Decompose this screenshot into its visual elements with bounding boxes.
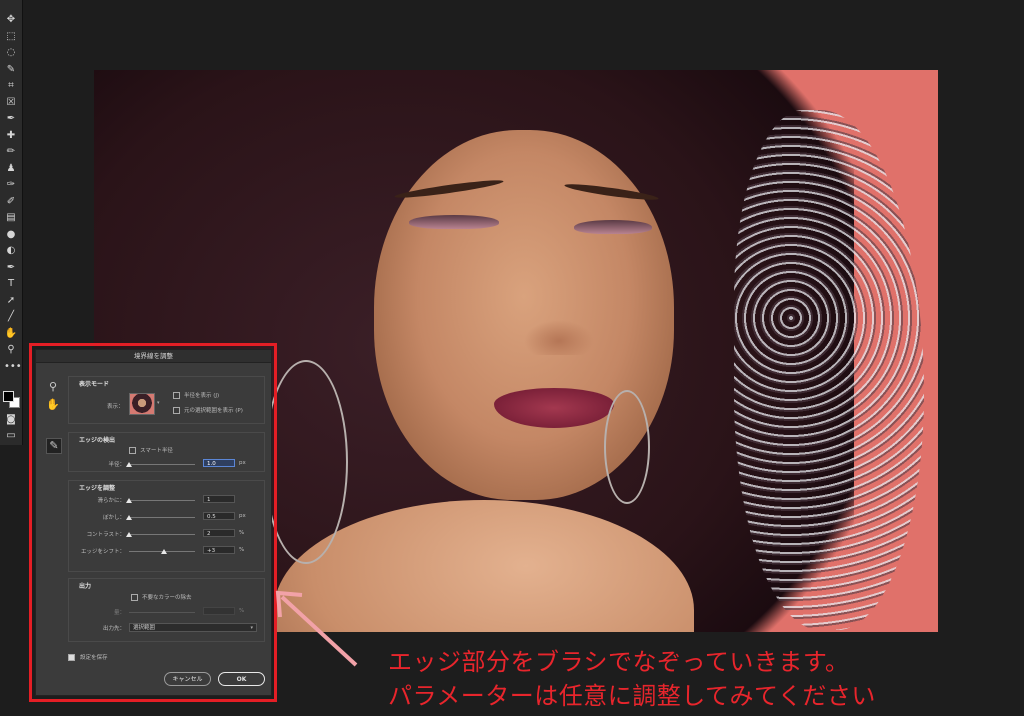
adjust-edge-title: エッジを調整 [79,485,116,492]
adjust-row-value-field[interactable]: 2 [203,529,235,537]
nose [524,320,594,355]
adjust-row-slider-knob[interactable] [126,532,132,537]
output-to-select[interactable]: 選択範囲 ▾ [129,623,257,632]
tools-panel: ✥ ⬚ ◌ ✎ ⌗ ☒ ✒ ✚ ✏ ♟ ✑ ✐ ▤ ● ◐ ✒ T ➚ ╱ ✋ ⚲ ••• ◙ ▭ [0,0,23,445]
adjust-row-label: 滑らかに： [97,498,125,504]
view-mode-thumbnail[interactable] [129,393,155,415]
output-to-value: 選択範囲 [133,625,156,631]
line-tool-icon[interactable]: ╱ [4,311,18,323]
adjust-row-unit: % [239,530,245,536]
quick-select-tool-icon[interactable]: ✎ [4,64,18,76]
foreground-color-swatch[interactable] [3,391,14,402]
show-radius-label: 半径を表示 (J) [184,393,220,399]
brush-tool-icon[interactable]: ✏ [4,146,18,158]
path-select-tool-icon[interactable]: ➚ [4,295,18,307]
move-tool-icon[interactable]: ✥ [4,14,18,26]
output-title: 出力 [79,583,92,590]
screen-mode-icon[interactable]: ▭ [4,430,18,442]
adjust-row-slider-knob[interactable] [160,549,167,554]
caption-line-1: エッジ部分をブラシでなぞっていきます。 [388,648,850,676]
chevron-down-icon[interactable]: ▾ [157,400,160,406]
caption-line-2: パラメーターは任意に調整してみてください [388,682,876,710]
edge-detection-title: エッジの検出 [79,437,116,444]
amount-value-field[interactable] [203,607,235,615]
right-eye [574,220,652,234]
refined-hair-edge [734,110,924,630]
left-eye [409,215,499,229]
dialog-title: 境界線を調整 [36,350,271,363]
adjust-row-value-field[interactable]: 1 [203,495,235,503]
amount-slider[interactable] [129,612,195,613]
frame-tool-icon[interactable]: ☒ [4,97,18,109]
view-label: 表示： [107,404,124,410]
radius-slider[interactable] [129,464,195,465]
adjust-row-label: コントラスト： [86,532,125,538]
eraser-tool-icon[interactable]: ✐ [4,196,18,208]
crop-tool-icon[interactable]: ⌗ [4,80,18,92]
chevron-down-icon: ▾ [250,625,253,631]
adjust-row-slider[interactable] [129,534,195,535]
show-original-label: 元の選択範囲を表示 (P) [184,408,243,414]
view-mode-title: 表示モード [79,381,110,388]
cancel-button[interactable]: キャンセル [164,672,211,686]
adjust-row-slider[interactable] [129,500,195,501]
radius-label: 半径： [108,462,125,468]
adjust-row-slider-knob[interactable] [126,515,132,520]
eyedropper-tool-icon[interactable]: ✒ [4,113,18,125]
hand-icon[interactable]: ✋ [46,398,60,412]
radius-unit: px [239,460,246,466]
gradient-tool-icon[interactable]: ▤ [4,212,18,224]
pointer-arrow [275,590,358,667]
ok-button[interactable]: OK [218,672,265,686]
smart-radius-checkbox[interactable] [129,447,136,454]
healing-tool-icon[interactable]: ✚ [4,130,18,142]
type-tool-icon[interactable]: T [4,278,18,290]
output-section: 出力 不要なカラーの除去 量： % 出力先： 選択範囲 ▾ [68,578,265,642]
refine-edge-dialog: 境界線を調整 ⚲ ✋ ✎ 表示モード 表示： ▾ 半径を表示 (J) 元の選択範… [35,349,272,696]
show-original-checkbox[interactable] [173,407,180,414]
radius-value-field[interactable]: 1.0 [203,459,235,467]
adjust-row-value-field[interactable]: +3 [203,546,235,554]
zoom-tool-icon[interactable]: ⚲ [4,344,18,356]
adjust-row-label: ぼかし： [102,515,125,521]
remember-settings-label: 設定を保存 [80,655,108,661]
amount-label: 量： [113,610,125,616]
quick-mask-icon[interactable]: ◙ [4,414,18,426]
adjust-row-label: エッジをシフト： [80,549,125,555]
hand-tool-icon[interactable]: ✋ [4,328,18,340]
refine-radius-brush-icon[interactable]: ✎ [46,438,62,454]
marquee-tool-icon[interactable]: ⬚ [4,31,18,43]
zoom-icon[interactable]: ⚲ [46,380,60,394]
blur-tool-icon[interactable]: ● [4,229,18,241]
right-hoop-earring [604,390,650,504]
adjust-row-unit: % [239,547,245,553]
adjust-row-unit: px [239,513,246,519]
lasso-tool-icon[interactable]: ◌ [4,47,18,59]
dodge-tool-icon[interactable]: ◐ [4,245,18,257]
remember-settings-checkbox[interactable] [68,654,75,661]
edge-detection-section: エッジの検出 スマート半径 半径： 1.0 px [68,432,265,472]
smart-radius-label: スマート半径 [140,448,173,454]
amount-unit: % [239,608,245,614]
decontaminate-label: 不要なカラーの除去 [142,595,192,601]
decontaminate-checkbox[interactable] [131,594,138,601]
output-to-label: 出力先： [102,626,125,632]
adjust-row-slider-knob[interactable] [126,498,132,503]
radius-slider-knob[interactable] [126,462,132,467]
adjust-row-slider[interactable] [129,517,195,518]
pen-tool-icon[interactable]: ✒ [4,262,18,274]
adjust-edge-section: エッジを調整 滑らかに： 1 ぼかし： 0.5 px コントラスト： 2% エッジをシフト： +… [68,480,265,572]
adjust-row-value-field[interactable]: 0.5 [203,512,235,520]
more-tools-icon[interactable]: ••• [4,361,22,373]
show-radius-checkbox[interactable] [173,392,180,399]
view-mode-section: 表示モード 表示： ▾ 半径を表示 (J) 元の選択範囲を表示 (P) [68,376,265,424]
stamp-tool-icon[interactable]: ♟ [4,163,18,175]
history-brush-tool-icon[interactable]: ✑ [4,179,18,191]
